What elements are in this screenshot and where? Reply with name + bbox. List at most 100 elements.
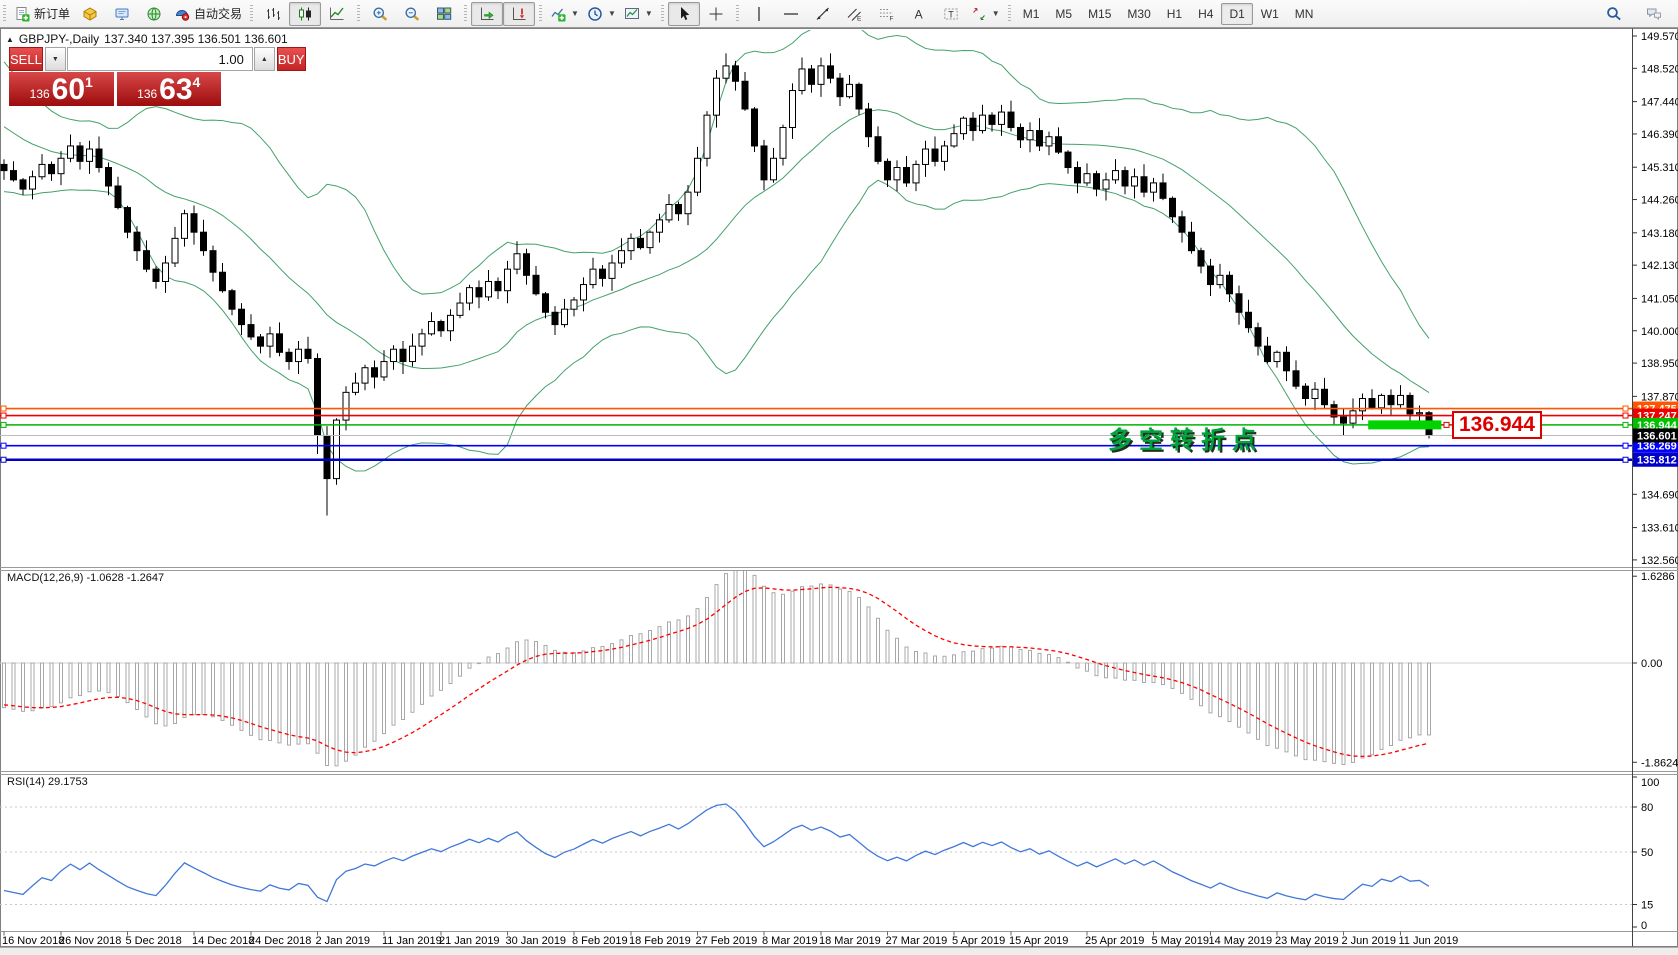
zoom-in-button[interactable] <box>364 2 396 26</box>
tile-windows-button[interactable] <box>428 2 460 26</box>
price-callout-box[interactable]: 136.944 <box>1452 411 1542 439</box>
sell-button[interactable]: SELL <box>9 47 43 71</box>
sell-price-point: 1 <box>85 74 93 90</box>
buy-button[interactable]: BUY <box>277 47 306 71</box>
svg-text:F: F <box>889 15 893 22</box>
date-tick-label: 26 Nov 2018 <box>59 935 121 947</box>
toolbar-group: ▼ ▼ ▼ <box>536 0 658 27</box>
tf-m30-button[interactable]: M30 <box>1119 3 1158 25</box>
price-tick-label: 147.440 <box>1641 97 1678 109</box>
news-button[interactable] <box>138 2 170 26</box>
line-chart-button[interactable] <box>321 2 353 26</box>
chat-button[interactable] <box>1638 2 1670 26</box>
collapse-trading-panel-icon[interactable]: ▲ <box>6 35 14 44</box>
templates-button[interactable]: ▼ <box>620 2 657 26</box>
buy-price-point: 4 <box>193 74 201 90</box>
date-tick-label: 8 Feb 2019 <box>572 935 628 947</box>
autotrading-button[interactable]: 自动交易 <box>170 2 246 26</box>
toolbar-grip[interactable] <box>464 5 467 23</box>
toolbar-grip[interactable] <box>250 5 253 23</box>
volume-decrease-button[interactable]: ▼ <box>45 47 66 71</box>
price-tick-label: 149.570 <box>1641 31 1678 43</box>
chat-icon <box>1646 6 1662 22</box>
tf-mn-label: MN <box>1295 7 1314 21</box>
highlight-zone[interactable] <box>1368 420 1441 429</box>
date-tick-label: 18 Feb 2019 <box>629 935 691 947</box>
svg-text:A: A <box>914 7 922 21</box>
date-tick-label: 24 Dec 2018 <box>249 935 311 947</box>
chevron-down-icon[interactable]: ▼ <box>645 9 653 18</box>
tf-w1-button[interactable]: W1 <box>1253 3 1287 25</box>
toolbar-grip[interactable] <box>736 5 739 23</box>
toolbar-grip[interactable] <box>3 5 6 23</box>
text-button[interactable]: A <box>903 2 935 26</box>
toolbar-grip[interactable] <box>1008 5 1011 23</box>
tf-h1-button[interactable]: H1 <box>1159 3 1190 25</box>
toolbar-grip[interactable] <box>357 5 360 23</box>
fibonacci-retracement-button[interactable]: F <box>871 2 903 26</box>
zoom-out-button[interactable] <box>396 2 428 26</box>
search-icon <box>1606 6 1622 22</box>
chart-symbol-title: GBPJPY-,Daily <box>19 32 99 46</box>
horizontal-line-button[interactable] <box>775 2 807 26</box>
rsi-indicator-label: RSI(14) 29.1753 <box>7 776 88 788</box>
chart-shift-button[interactable] <box>503 2 535 26</box>
chevron-down-icon[interactable]: ▼ <box>608 9 616 18</box>
bar-chart-button[interactable] <box>257 2 289 26</box>
volume-increase-button[interactable]: ▲ <box>254 47 275 71</box>
equidistant-channel-button[interactable]: E <box>839 2 871 26</box>
new-order-button[interactable]: 新订单 <box>10 2 74 26</box>
svg-text:E: E <box>857 15 862 22</box>
linechart-icon <box>329 6 345 22</box>
zoom-in-icon <box>372 6 388 22</box>
price-tick-label: 143.180 <box>1641 228 1678 240</box>
terminal-window: 新订单 自动交易 ▼ ▼ ▼ E F A T ▼ M1 M5M15M30H1H4D1W1 MN 149.… <box>0 0 1678 955</box>
vline-icon <box>751 6 767 22</box>
tile-icon <box>436 6 452 22</box>
tf-d1-button[interactable]: D1 <box>1221 3 1252 25</box>
tf-m15-button[interactable]: M15 <box>1080 3 1119 25</box>
buy-price-display[interactable]: 136 63 4 <box>117 72 222 106</box>
sell-price-pips: 60 <box>52 75 85 105</box>
price-tick-label: 132.560 <box>1641 555 1678 567</box>
tf-mn-button[interactable]: MN <box>1287 3 1322 25</box>
date-tick-label: 18 Mar 2019 <box>819 935 881 947</box>
autoscroll-icon <box>479 6 495 22</box>
date-tick-label: 23 May 2019 <box>1275 935 1339 947</box>
arrow-objects-button[interactable]: ▼ <box>967 2 1004 26</box>
price-tick-label: 141.050 <box>1641 293 1678 305</box>
tf-m5-button[interactable]: M5 <box>1047 3 1080 25</box>
indicators-list-button[interactable]: ▼ <box>546 2 583 26</box>
market-watch-button[interactable] <box>74 2 106 26</box>
periods-button[interactable]: ▼ <box>583 2 620 26</box>
chart-canvas[interactable]: 149.570148.520147.440146.390145.310144.2… <box>0 0 1678 955</box>
date-tick-label: 14 May 2019 <box>1209 935 1273 947</box>
cursor-icon <box>676 6 692 22</box>
candlestick-chart-button[interactable] <box>289 2 321 26</box>
template-icon <box>624 6 640 22</box>
monitor-icon <box>114 6 130 22</box>
text-label-button[interactable]: T <box>935 2 967 26</box>
volume-input[interactable] <box>67 47 253 71</box>
cursor-button[interactable] <box>668 2 700 26</box>
svg-text:T: T <box>948 9 954 19</box>
tline-icon <box>815 6 831 22</box>
tf-h4-button[interactable]: H4 <box>1190 3 1221 25</box>
crosshair-button[interactable] <box>700 2 732 26</box>
symbol-search-button[interactable] <box>1598 2 1630 26</box>
tf-m1-button[interactable]: M1 <box>1015 3 1048 25</box>
strategy-tester-button[interactable] <box>106 2 138 26</box>
toolbar-grip[interactable] <box>661 5 664 23</box>
date-tick-label: 27 Feb 2019 <box>696 935 758 947</box>
vertical-line-button[interactable] <box>743 2 775 26</box>
tf-m1-label: M1 <box>1023 7 1040 21</box>
chevron-down-icon[interactable]: ▼ <box>992 9 1000 18</box>
trendline-button[interactable] <box>807 2 839 26</box>
sell-price-display[interactable]: 136 60 1 <box>9 72 114 106</box>
chart-header: ▲ GBPJPY-,Daily 137.340 137.395 136.501 … <box>6 32 288 46</box>
toolbar-grip[interactable] <box>539 5 542 23</box>
chevron-down-icon[interactable]: ▼ <box>571 9 579 18</box>
auto-scroll-button[interactable] <box>471 2 503 26</box>
turning-point-annotation[interactable]: 多空转折点 <box>1108 420 1263 455</box>
toolbar-group <box>461 0 536 27</box>
